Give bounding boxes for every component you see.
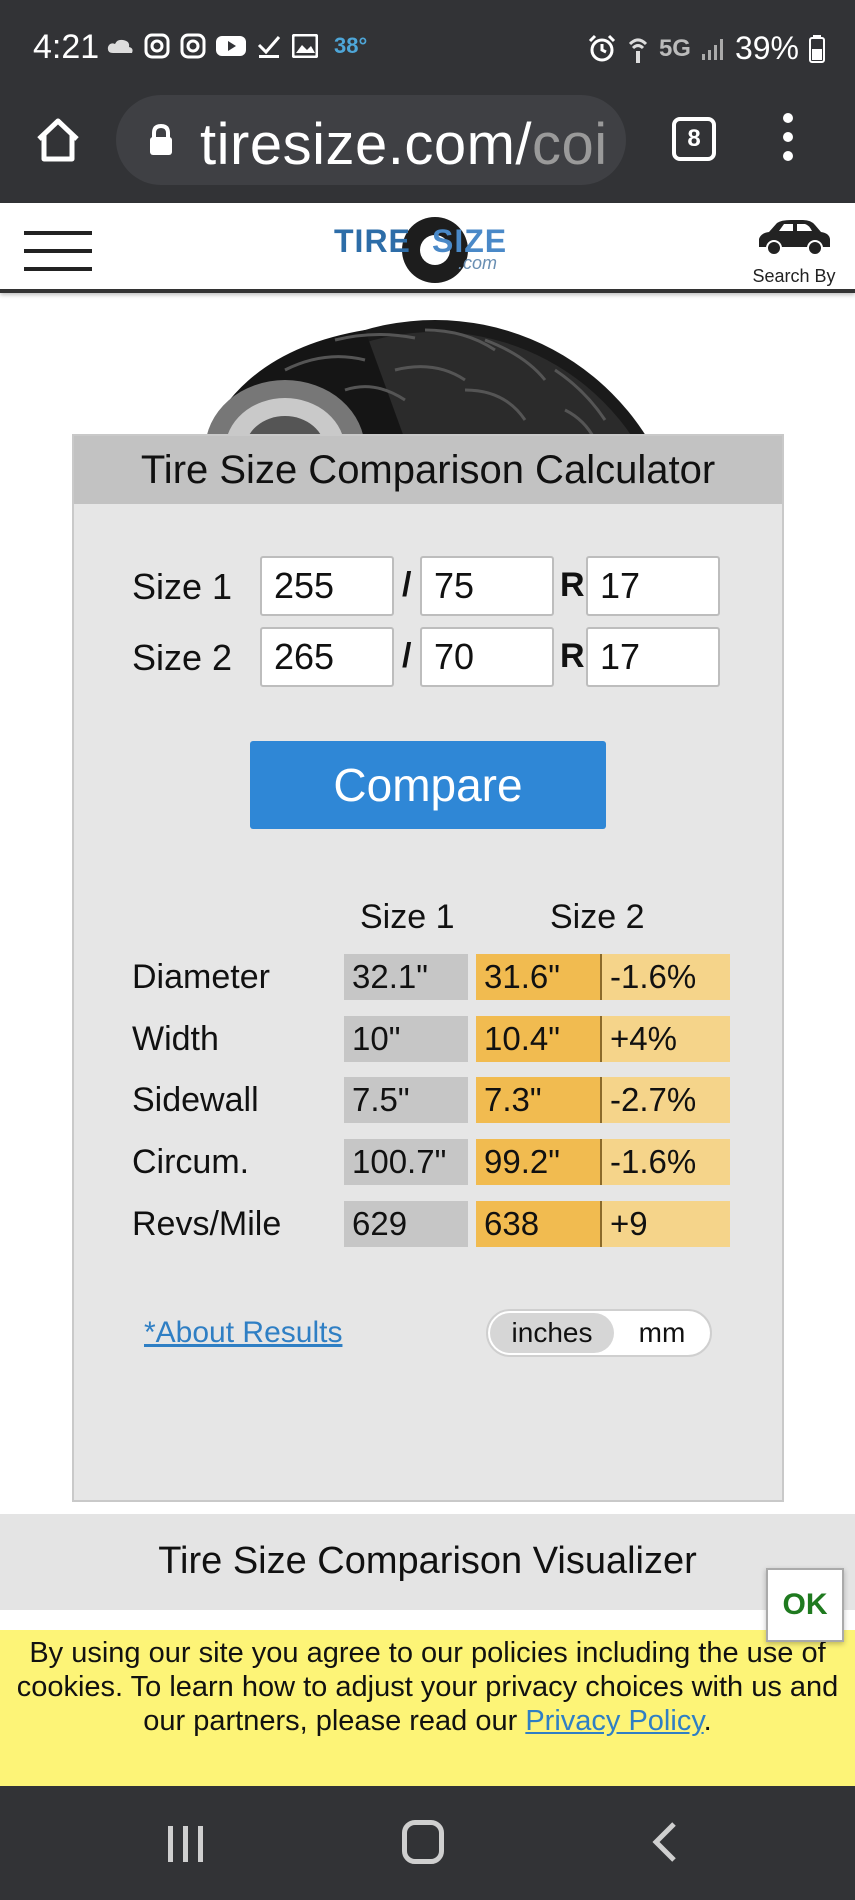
result-difference: -2.7%: [602, 1077, 730, 1123]
result-row-sidewall: Sidewall 7.5" 7.3" -2.7%: [132, 1077, 752, 1123]
size2-rim-prefix: R: [560, 637, 585, 675]
search-by-button[interactable]: Search By: [749, 217, 839, 287]
status-time: 4:21: [33, 28, 100, 66]
wifi-calling-icon: [628, 38, 647, 63]
results-header-size1: Size 1: [360, 898, 455, 936]
result-label: Sidewall: [132, 1081, 259, 1119]
size2-ratio-input[interactable]: [420, 627, 554, 687]
result-size2-value: 99.2": [476, 1139, 602, 1185]
result-row-circumference: Circum. 100.7" 99.2" -1.6%: [132, 1139, 752, 1185]
youtube-icon: [216, 36, 246, 56]
unit-inches-option[interactable]: inches: [490, 1313, 614, 1353]
size2-row: Size 2 / R: [132, 627, 752, 687]
result-size2-value: 31.6": [476, 954, 602, 1000]
size1-rim-prefix: R: [560, 566, 585, 604]
result-difference: -1.6%: [602, 1139, 730, 1185]
network-type: 5G: [658, 34, 691, 62]
result-row-width: Width 10" 10.4" +4%: [132, 1016, 752, 1062]
result-label: Revs/Mile: [132, 1205, 282, 1243]
status-right: 5G 39%: [587, 30, 825, 67]
results-header-size2: Size 2: [550, 898, 645, 936]
result-size1-value: 100.7": [344, 1139, 468, 1185]
size2-width-input[interactable]: [260, 627, 394, 687]
result-label: Width: [132, 1020, 219, 1058]
result-size2-value: 7.3": [476, 1077, 602, 1123]
lock-icon: [150, 123, 172, 155]
size2-rim-input[interactable]: [586, 627, 720, 687]
signal-icon: [701, 38, 723, 60]
address-bar[interactable]: tiresize.com/coi: [116, 95, 626, 185]
alarm-icon: [588, 34, 615, 61]
privacy-policy-link[interactable]: Privacy Policy: [525, 1705, 703, 1737]
search-by-label: Search By: [752, 266, 836, 286]
checkmark-icon: [257, 36, 281, 58]
unit-mm-option[interactable]: mm: [614, 1313, 710, 1353]
visualizer-title: Tire Size Comparison Visualizer: [158, 1540, 697, 1582]
size1-label: Size 1: [132, 566, 233, 607]
tire-photo: [165, 310, 685, 440]
cookie-text-main: By using our site you agree to our polic…: [16, 1637, 839, 1737]
result-label: Circum.: [132, 1143, 250, 1181]
size1-row: Size 1 / R: [132, 556, 752, 616]
size1-rim-input[interactable]: [586, 556, 720, 616]
result-size1-value: 32.1": [344, 954, 468, 1000]
notification-icons: 38°: [106, 33, 367, 59]
comparison-calculator: Tire Size Comparison Calculator Size 1 /…: [72, 434, 784, 1502]
browser-toolbar: tiresize.com/coi 8: [0, 95, 855, 203]
result-row-revs-per-mile: Revs/Mile 629 638 +9: [132, 1201, 752, 1247]
result-difference: +4%: [602, 1016, 730, 1062]
size1-width-input[interactable]: [260, 556, 394, 616]
compare-button[interactable]: Compare: [250, 741, 606, 829]
site-header: TIRE SIZE .com Search By: [0, 203, 855, 293]
car-icon: [759, 220, 830, 256]
hamburger-menu-icon[interactable]: [24, 231, 92, 271]
image-icon: [292, 34, 318, 58]
size1-separator: /: [402, 566, 412, 604]
result-size1-value: 10": [344, 1016, 468, 1062]
unit-toggle[interactable]: inches mm: [486, 1309, 712, 1357]
battery-percent: 39%: [734, 30, 799, 66]
size2-label: Size 2: [132, 637, 233, 678]
result-difference: +9: [602, 1201, 730, 1247]
back-icon[interactable]: [650, 1820, 680, 1864]
result-size1-value: 629: [344, 1201, 468, 1247]
result-label: Diameter: [132, 958, 270, 996]
tiresize-logo[interactable]: TIRE SIZE .com: [330, 213, 530, 283]
recent-apps-icon[interactable]: [164, 1822, 208, 1866]
cookie-text-end: .: [703, 1705, 712, 1737]
status-temperature: 38°: [334, 33, 368, 58]
system-nav-bar: [0, 1786, 855, 1900]
result-size2-value: 638: [476, 1201, 602, 1247]
result-size2-value: 10.4": [476, 1016, 602, 1062]
result-difference: -1.6%: [602, 954, 730, 1000]
instagram-icon-2: [180, 33, 206, 59]
result-row-diameter: Diameter 32.1" 31.6" -1.6%: [132, 954, 752, 1000]
result-size1-value: 7.5": [344, 1077, 468, 1123]
size2-separator: /: [402, 637, 412, 675]
url-dim: coi: [532, 112, 608, 177]
battery-icon: [809, 34, 825, 63]
browser-menu-button[interactable]: [778, 113, 798, 167]
home-nav-icon[interactable]: [402, 1820, 444, 1864]
cloud-icon: [107, 39, 133, 53]
tab-switcher-button[interactable]: 8: [672, 117, 716, 161]
cookie-banner: By using our site you agree to our polic…: [0, 1630, 855, 1786]
url-main: tiresize.com/: [200, 112, 533, 177]
cookie-text: By using our site you agree to our polic…: [14, 1636, 841, 1738]
cookie-ok-button[interactable]: OK: [766, 1568, 844, 1642]
logo-suffix: .com: [458, 253, 498, 273]
url-text: tiresize.com/coi: [200, 111, 608, 178]
size1-ratio-input[interactable]: [420, 556, 554, 616]
instagram-icon: [144, 33, 170, 59]
status-bar: 4:21 38° 5G 39%: [0, 0, 855, 95]
visualizer-section: Tire Size Comparison Visualizer: [0, 1514, 855, 1610]
home-button[interactable]: [33, 115, 83, 165]
home-icon: [37, 118, 79, 162]
logo-text-left: TIRE: [334, 223, 411, 259]
about-results-link[interactable]: *About Results: [144, 1316, 342, 1350]
calculator-title: Tire Size Comparison Calculator: [74, 436, 782, 504]
